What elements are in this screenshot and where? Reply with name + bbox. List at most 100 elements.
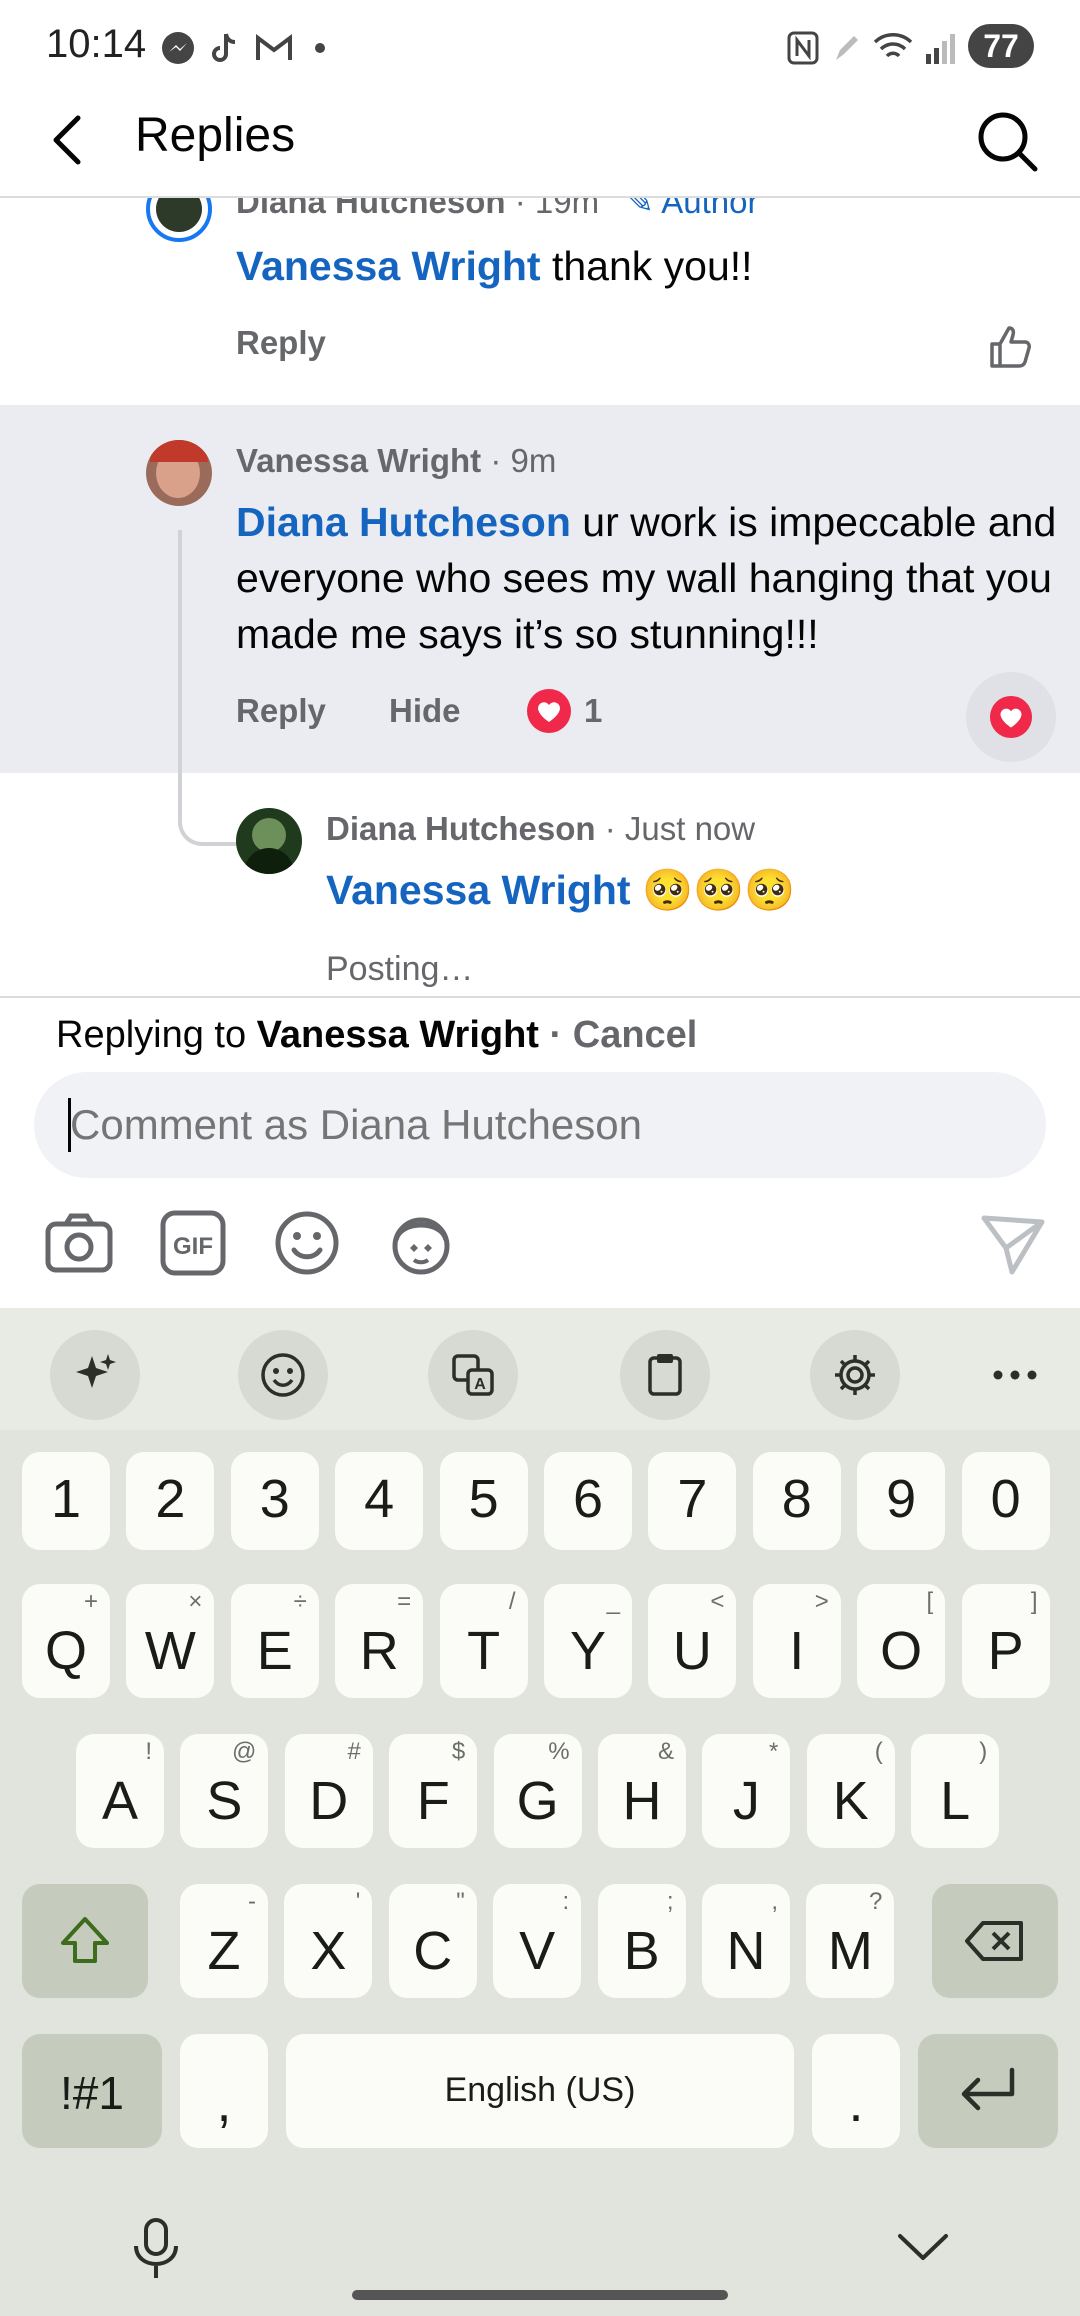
key-label: X (310, 1921, 347, 1981)
key[interactable]: 7 (648, 1452, 737, 1550)
comment-input[interactable] (34, 1072, 1046, 1178)
key[interactable]: _ Y (544, 1584, 632, 1698)
key[interactable]: ] P (961, 1584, 1050, 1698)
key[interactable]: & H (598, 1734, 686, 1848)
back-arrow-icon[interactable] (40, 110, 100, 170)
home-indicator[interactable] (352, 2290, 728, 2300)
key[interactable]: 4 (335, 1452, 424, 1550)
key[interactable]: # D (284, 1734, 373, 1848)
key[interactable]: 2 (126, 1452, 215, 1550)
reply-button[interactable]: Reply (236, 692, 326, 730)
key[interactable]: 5 (439, 1452, 528, 1550)
key-alt-symbol: ÷ (293, 1588, 307, 1615)
space-bar[interactable]: English (US) (286, 2034, 794, 2148)
text-cursor (68, 1098, 71, 1152)
key[interactable]: (K (806, 1734, 895, 1848)
period-key[interactable]: . (812, 2034, 900, 2148)
key-label: W (144, 1621, 196, 1681)
symbols-key[interactable]: !#1 (22, 2034, 162, 2148)
key-label: G (516, 1771, 559, 1831)
shift-key[interactable] (22, 1884, 148, 1998)
key[interactable]: $ F (389, 1734, 478, 1848)
gmail-icon (256, 34, 292, 60)
key[interactable]: = R (335, 1584, 424, 1698)
key[interactable]: < U (648, 1584, 737, 1698)
key-alt-symbol: [ (926, 1588, 934, 1615)
comment-author[interactable]: Diana Hutcheson (236, 198, 506, 220)
gif-icon[interactable]: GIF (158, 1208, 228, 1278)
key[interactable]: 3 (230, 1452, 319, 1550)
translate-icon: A (452, 1354, 494, 1396)
search-icon[interactable] (974, 108, 1040, 174)
key-label: N (726, 1921, 766, 1981)
enter-key[interactable] (918, 2034, 1058, 2148)
comment-timestamp: · Just now (595, 810, 756, 847)
comment-mention[interactable]: Vanessa Wright (236, 243, 541, 289)
hide-keyboard-icon[interactable] (896, 2230, 950, 2266)
keyboard-settings-button[interactable] (810, 1330, 900, 1420)
key[interactable]: * J (702, 1734, 791, 1848)
backspace-key[interactable] (932, 1884, 1058, 1998)
key[interactable]: [O (857, 1584, 946, 1698)
key[interactable]: / T (439, 1584, 528, 1698)
camera-icon[interactable] (44, 1208, 114, 1278)
key[interactable]: ÷ E (230, 1584, 319, 1698)
key-label: 0 (990, 1469, 1021, 1529)
emoji-keyboard-button[interactable] (238, 1330, 328, 1420)
clipboard-button[interactable] (620, 1330, 710, 1420)
key[interactable]: ,N (702, 1884, 790, 1998)
reply-button[interactable]: Reply (236, 324, 326, 362)
key[interactable]: 0 (961, 1452, 1050, 1550)
hide-button[interactable]: Hide (389, 692, 461, 730)
key[interactable]: + Q (22, 1584, 110, 1698)
key-alt-symbol: = (397, 1588, 412, 1615)
gear-icon (835, 1355, 875, 1395)
smiley-icon (261, 1353, 305, 1397)
key[interactable]: × W (126, 1584, 215, 1698)
comma-key[interactable]: , (180, 2034, 268, 2148)
key[interactable]: -Z (180, 1884, 268, 1998)
comment-mention[interactable]: Diana Hutcheson (236, 499, 571, 545)
key[interactable]: ) L (911, 1734, 1000, 1848)
key-label: 9 (886, 1469, 917, 1529)
key[interactable]: 8 (752, 1452, 841, 1550)
comment-timestamp: · 19m (505, 198, 600, 220)
key[interactable]: :V (493, 1884, 582, 1998)
avatar-sticker-icon[interactable] (386, 1208, 456, 1278)
comment-mention[interactable]: Vanessa Wright (326, 867, 631, 913)
key-label: E (256, 1621, 293, 1681)
avatar[interactable] (146, 440, 212, 506)
love-react-button[interactable] (966, 672, 1056, 762)
key[interactable]: > I (752, 1584, 841, 1698)
comment-author[interactable]: Diana Hutcheson (326, 810, 596, 847)
microphone-icon[interactable] (128, 2216, 184, 2282)
key-alt-symbol: , (771, 1888, 778, 1915)
more-options-icon[interactable] (992, 1365, 1038, 1385)
ai-tools-button[interactable] (50, 1330, 140, 1420)
emoji-icon[interactable] (272, 1208, 342, 1278)
key-label: A (101, 1771, 139, 1831)
key[interactable]: " C (388, 1884, 477, 1998)
key[interactable]: ? M (806, 1884, 895, 1998)
key[interactable]: @ S (180, 1734, 269, 1848)
key-label: R (359, 1621, 399, 1681)
key[interactable]: 1 (22, 1452, 110, 1550)
send-icon[interactable] (978, 1208, 1048, 1278)
key-alt-symbol: / (508, 1588, 516, 1615)
translate-button[interactable]: A (428, 1330, 518, 1420)
key[interactable]: ' X (284, 1884, 373, 1998)
key[interactable]: 9 (857, 1452, 946, 1550)
key[interactable]: % G (493, 1734, 582, 1848)
key-alt-symbol: < (710, 1588, 725, 1615)
key[interactable]: ; B (597, 1884, 686, 1998)
comment-body: Vanessa Wright 🥺🥺🥺 (326, 862, 1056, 918)
key-alt-symbol: ? (869, 1888, 883, 1915)
key[interactable]: 6 (544, 1452, 632, 1550)
comment-author[interactable]: Vanessa Wright (236, 442, 481, 479)
cancel-reply-button[interactable]: Cancel (573, 1014, 698, 1056)
key[interactable]: ! A (76, 1734, 164, 1848)
reaction-count: 1 (584, 692, 603, 729)
avatar[interactable] (236, 808, 302, 874)
thumbs-up-icon[interactable] (986, 322, 1036, 372)
status-bar: 10:14 77 (0, 0, 1080, 90)
